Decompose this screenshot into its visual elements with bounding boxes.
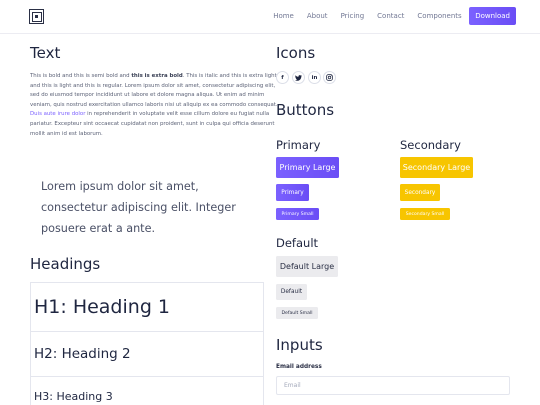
heading-3-sample: H3: Heading 3 [30, 376, 264, 405]
primary-large-button[interactable]: Primary Large [276, 157, 339, 178]
secondary-small-button[interactable]: Secondary Small [400, 208, 450, 220]
twitter-icon[interactable] [292, 71, 305, 84]
default-small-button[interactable]: Default Small [276, 307, 318, 319]
text-section-title: Text [30, 44, 61, 62]
paragraph-extra-bold-text: this is extra bold [131, 73, 183, 79]
default-large-button[interactable]: Default Large [276, 256, 338, 277]
nav-link-about[interactable]: About [300, 7, 334, 25]
default-buttons-title: Default [276, 236, 319, 250]
default-button[interactable]: Default [276, 284, 307, 300]
buttons-section-title: Buttons [276, 101, 335, 119]
secondary-button[interactable]: Secondary [400, 184, 440, 201]
heading-1-sample: H1: Heading 1 [30, 282, 264, 332]
nav-link-contact[interactable]: Contact [371, 7, 411, 25]
nav-link-pricing[interactable]: Pricing [334, 7, 371, 25]
primary-buttons-title: Primary [276, 138, 321, 152]
download-button[interactable]: Download [469, 7, 516, 25]
primary-small-button[interactable]: Primary Small [276, 208, 319, 220]
heading-2-sample: H2: Heading 2 [30, 331, 264, 377]
nav-link-components[interactable]: Components [411, 7, 468, 25]
primary-button[interactable]: Primary [276, 184, 309, 201]
nav-link-home[interactable]: Home [267, 7, 301, 25]
text-paragraph: This is bold and this is semi bold and t… [30, 72, 278, 139]
paragraph-bold-text: This is bold and this is semi bold and [30, 73, 130, 79]
email-label: Email address [276, 364, 322, 370]
logo-icon[interactable] [29, 9, 44, 24]
navbar: Home About Pricing Contact Components Do… [0, 0, 540, 34]
lead-paragraph: Lorem ipsum dolor sit amet, consectetur … [41, 180, 236, 235]
instagram-icon[interactable] [323, 71, 336, 84]
inputs-section-title: Inputs [276, 336, 323, 354]
paragraph-link[interactable]: Duis aute irure dolor [30, 111, 85, 117]
linkedin-icon[interactable]: in [308, 71, 321, 84]
secondary-large-button[interactable]: Secondary Large [400, 157, 473, 178]
nav-links: Home About Pricing Contact Components Do… [267, 7, 516, 25]
facebook-icon[interactable]: f [276, 71, 289, 84]
headings-section-title: Headings [30, 255, 101, 273]
email-input[interactable]: Email [276, 376, 510, 395]
icons-section-title: Icons [276, 44, 316, 62]
secondary-buttons-title: Secondary [400, 138, 461, 152]
